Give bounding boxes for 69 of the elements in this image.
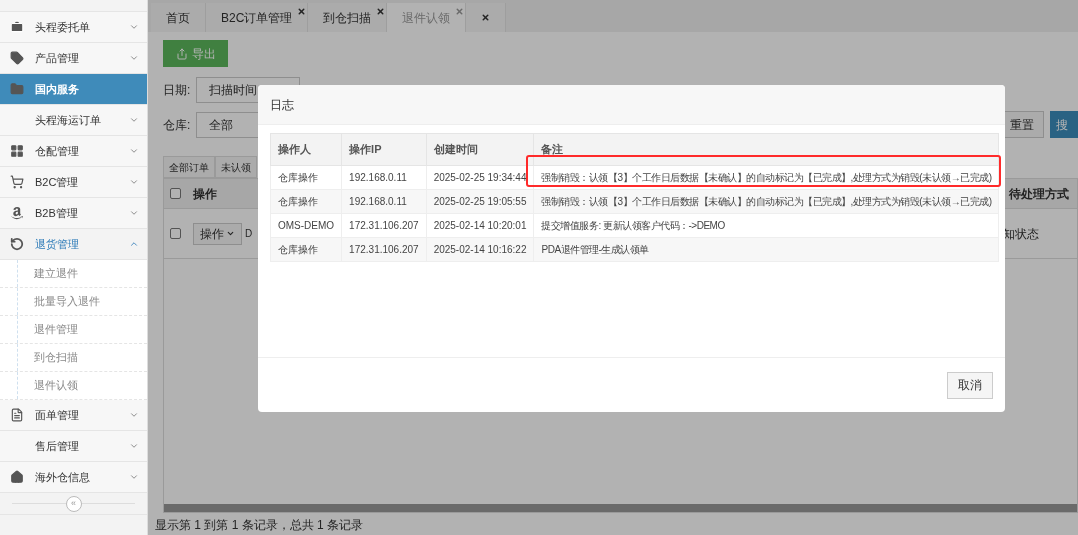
close-icon[interactable] <box>376 7 386 16</box>
sidebar-item[interactable]: B2C管理 <box>0 167 147 198</box>
list-tab[interactable]: 未认领 <box>215 156 257 178</box>
folder-icon <box>10 82 24 96</box>
cancel-button[interactable]: 取消 <box>947 371 993 399</box>
briefcase-icon <box>10 20 24 34</box>
page-tab[interactable]: 首页 <box>151 3 206 32</box>
cart-icon <box>10 175 24 189</box>
chevron-down-icon <box>129 441 139 451</box>
table-cell: 2025-02-14 10:16:22 <box>426 237 534 262</box>
tag-icon <box>10 51 24 65</box>
home-icon <box>10 470 24 484</box>
sidebar-item[interactable]: 产品管理 <box>0 43 147 74</box>
chevron-down-icon <box>129 146 139 156</box>
sidebar-item[interactable]: 海外仓信息 <box>0 462 147 493</box>
checkbox[interactable] <box>170 228 181 239</box>
caret-icon <box>226 229 235 238</box>
table-cell: 2025-02-14 10:20:01 <box>426 213 534 238</box>
close-icon[interactable] <box>297 7 307 16</box>
table-cell: 172.31.106.207 <box>341 237 427 262</box>
chevron-down-icon <box>129 472 139 482</box>
undo-icon <box>10 237 24 251</box>
sidebar-item[interactable]: 面单管理 <box>0 400 147 431</box>
sidebar-item[interactable]: 售后管理 <box>0 431 147 462</box>
column-header: 备注 <box>534 133 999 166</box>
column-header: 操作 <box>193 185 217 203</box>
page-tab[interactable]: 到仓扫描 <box>308 3 388 32</box>
sidebar-item[interactable]: 国内服务 <box>0 74 147 105</box>
column-header: 创建时间 <box>426 133 534 166</box>
column-header: 操作IP <box>341 133 427 166</box>
sidebar-item[interactable]: 头程委托单 <box>0 12 147 43</box>
table-cell: OMS-DEMO <box>270 213 342 238</box>
column-header: 待处理方式 <box>1009 185 1069 203</box>
table-cell: 强制销毁：认领【3】个工作日后数据【未确认】的自动标记为【已完成】,处理方式为销毁(未认领→已完成) <box>534 189 999 214</box>
chevron-down-icon <box>129 22 139 32</box>
chevron-down-icon <box>129 177 139 187</box>
document-icon <box>10 408 24 422</box>
table-cell: 172.31.106.207 <box>341 213 427 238</box>
action-dropdown[interactable]: 操作 <box>193 222 242 245</box>
table-cell: 仓库操作 <box>270 237 342 262</box>
list-tab[interactable]: 全部订单 <box>163 156 215 178</box>
table-cell: 2025-02-25 19:05:55 <box>426 189 534 214</box>
sidebar-item[interactable]: B2B管理 <box>0 198 147 229</box>
pagination-text: 显示第 1 到第 1 条记录，总共 1 条记录 <box>155 517 365 534</box>
table-cell: 提交增值服务: 更新认领客户代码：->DEMO <box>534 213 999 238</box>
chevron-down-icon <box>129 53 139 63</box>
table-cell: 仓库操作 <box>270 165 342 190</box>
page-tab[interactable]: B2C订单管理 <box>206 3 309 32</box>
table-cell: 2025-02-25 19:34:44 <box>426 165 534 190</box>
chevron-down-icon <box>129 115 139 125</box>
field-label: 日期: <box>163 82 191 99</box>
chevron-down-icon <box>129 410 139 420</box>
field-label: 仓库: <box>163 116 191 134</box>
sidebar-item[interactable]: 仓配管理 <box>0 136 147 167</box>
scrollbar[interactable] <box>164 504 1077 512</box>
table-cell: PDA退件管理-生成认领单 <box>534 237 999 262</box>
chevron-up-icon <box>129 239 139 249</box>
table-cell: 仓库操作 <box>270 189 342 214</box>
export-icon <box>175 47 188 60</box>
table-cell: 192.168.0.11 <box>341 165 427 190</box>
chevron-down-icon <box>129 208 139 218</box>
checkbox[interactable] <box>170 188 181 199</box>
table-cell: 192.168.0.11 <box>341 189 427 214</box>
sidebar-item[interactable]: 头程海运订单 <box>0 105 147 136</box>
column-header: 操作人 <box>270 133 342 166</box>
close-icon[interactable] <box>481 13 491 22</box>
amazon-icon <box>10 206 24 220</box>
grid-icon <box>10 144 24 158</box>
table-cell-text: D <box>245 227 253 241</box>
